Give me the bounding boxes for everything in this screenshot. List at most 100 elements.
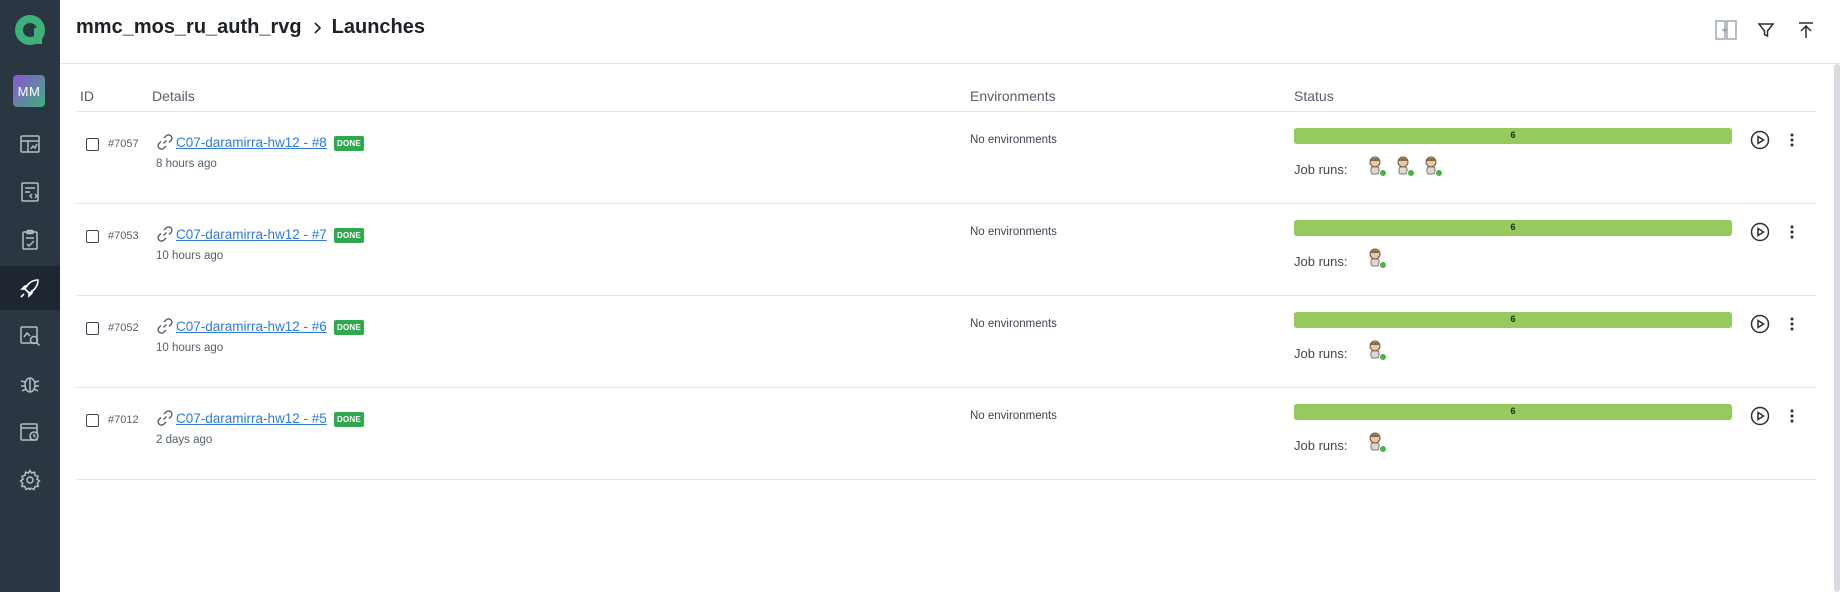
status-badge: DONE	[334, 320, 364, 335]
launch-name-link[interactable]: C07-daramirra-hw12 - #7	[176, 227, 327, 242]
kebab-menu-icon	[1790, 133, 1794, 147]
more-menu-button[interactable]	[1782, 130, 1802, 150]
sidebar-item-test-plans[interactable]	[0, 218, 60, 262]
progress-count: 6	[1510, 406, 1516, 416]
status-badge: DONE	[334, 228, 364, 243]
row-checkbox[interactable]	[86, 322, 99, 335]
job-runs-list	[1366, 247, 1387, 269]
environments-value: No environments	[970, 410, 1057, 422]
play-icon[interactable]	[1750, 314, 1770, 334]
launch-id: #7053	[108, 230, 139, 242]
schedule-icon	[20, 423, 39, 441]
launch-time: 8 hours ago	[156, 158, 217, 170]
job-run-avatar[interactable]	[1366, 155, 1387, 177]
status-badge: DONE	[334, 412, 364, 427]
sidebar-item-jobs[interactable]	[0, 410, 60, 454]
environments-value: No environments	[970, 318, 1057, 330]
more-menu-button[interactable]	[1782, 222, 1802, 242]
sidebar-item-dashboard[interactable]	[0, 122, 60, 166]
job-runs-label: Job runs:	[1294, 254, 1348, 269]
status-progress-bar[interactable]: 6	[1294, 128, 1732, 144]
table-row: #7052 C07-daramirra-hw12 - #6 DONE 10 ho…	[76, 296, 1816, 388]
job-run-avatar[interactable]	[1394, 155, 1415, 177]
job-run-avatar[interactable]	[1366, 431, 1387, 453]
launch-id: #7052	[108, 322, 139, 334]
sidebar-item-launches[interactable]	[0, 266, 60, 310]
dashboard-icon	[20, 135, 40, 153]
app-logo-icon[interactable]	[12, 12, 48, 48]
job-run-avatar[interactable]	[1366, 339, 1387, 361]
launch-time: 2 days ago	[156, 434, 213, 446]
progress-count: 6	[1510, 314, 1516, 324]
play-icon[interactable]	[1750, 406, 1770, 426]
link-icon	[157, 318, 173, 334]
launch-name-link[interactable]: C07-daramirra-hw12 - #5	[176, 411, 327, 426]
sidebar: MM	[0, 0, 60, 592]
status-progress-bar[interactable]: 6	[1294, 312, 1732, 328]
compare-icon	[1715, 20, 1737, 40]
more-menu-button[interactable]	[1782, 406, 1802, 426]
environments-value: No environments	[970, 226, 1057, 238]
table-row: #7053 C07-daramirra-hw12 - #7 DONE 10 ho…	[76, 204, 1816, 296]
job-runs-label: Job runs:	[1294, 162, 1348, 177]
avatar[interactable]: MM	[13, 75, 45, 107]
launch-id: #7057	[108, 138, 139, 150]
play-icon[interactable]	[1750, 222, 1770, 242]
job-runs-list	[1366, 155, 1443, 177]
bug-icon	[20, 377, 40, 393]
status-progress-bar[interactable]: 6	[1294, 404, 1732, 420]
job-status-dot	[1379, 445, 1387, 453]
link-icon	[157, 226, 173, 242]
kebab-menu-icon	[1790, 317, 1794, 331]
launch-time: 10 hours ago	[156, 250, 224, 262]
job-status-dot	[1379, 353, 1387, 361]
progress-count: 6	[1510, 130, 1516, 140]
sidebar-item-settings[interactable]	[0, 458, 60, 502]
sidebar-item-analytics[interactable]	[0, 314, 60, 358]
launch-time: 10 hours ago	[156, 342, 224, 354]
job-runs-list	[1366, 431, 1387, 453]
job-status-dot	[1435, 169, 1443, 177]
kebab-menu-icon	[1790, 225, 1794, 239]
sidebar-item-defects[interactable]	[0, 362, 60, 406]
launch-name-link[interactable]: C07-daramirra-hw12 - #6	[176, 319, 327, 334]
job-runs-label: Job runs:	[1294, 346, 1348, 361]
compare-button[interactable]	[1712, 16, 1740, 44]
row-checkbox[interactable]	[86, 414, 99, 427]
more-menu-button[interactable]	[1782, 314, 1802, 334]
kebab-menu-icon	[1790, 409, 1794, 423]
column-header-environments[interactable]: Environments	[970, 88, 1056, 104]
job-runs-label: Job runs:	[1294, 438, 1348, 453]
filter-icon	[1757, 23, 1775, 38]
chart-search-icon	[20, 326, 41, 347]
breadcrumb-project[interactable]: mmc_mos_ru_auth_rvg	[76, 16, 302, 39]
column-header-status[interactable]: Status	[1294, 88, 1334, 104]
status-progress-bar[interactable]: 6	[1294, 220, 1732, 236]
play-icon[interactable]	[1750, 130, 1770, 150]
sidebar-item-test-cases[interactable]	[0, 170, 60, 214]
job-status-dot	[1379, 261, 1387, 269]
row-checkbox[interactable]	[86, 138, 99, 151]
progress-count: 6	[1510, 222, 1516, 232]
clipboard-check-icon	[22, 229, 38, 250]
gear-icon	[19, 469, 41, 491]
environments-value: No environments	[970, 134, 1057, 146]
breadcrumb: mmc_mos_ru_auth_rvg Launches	[76, 16, 425, 39]
column-header-id[interactable]: ID	[80, 88, 94, 104]
vertical-scrollbar[interactable]	[1834, 64, 1840, 592]
job-run-avatar[interactable]	[1366, 247, 1387, 269]
header-actions	[1712, 16, 1820, 44]
filter-button[interactable]	[1752, 16, 1780, 44]
job-run-avatar[interactable]	[1422, 155, 1443, 177]
job-status-dot	[1379, 169, 1387, 177]
row-checkbox[interactable]	[86, 230, 99, 243]
status-badge: DONE	[334, 136, 364, 151]
upload-button[interactable]	[1792, 16, 1820, 44]
link-icon	[157, 134, 173, 150]
code-file-icon	[21, 182, 39, 202]
column-header-details[interactable]: Details	[152, 88, 195, 104]
launch-name-link[interactable]: C07-daramirra-hw12 - #8	[176, 135, 327, 150]
table-row: #7057 C07-daramirra-hw12 - #8 DONE 8 hou…	[76, 112, 1816, 204]
table-header: ID Details Environments Status	[76, 80, 1816, 112]
job-runs-list	[1366, 339, 1387, 361]
